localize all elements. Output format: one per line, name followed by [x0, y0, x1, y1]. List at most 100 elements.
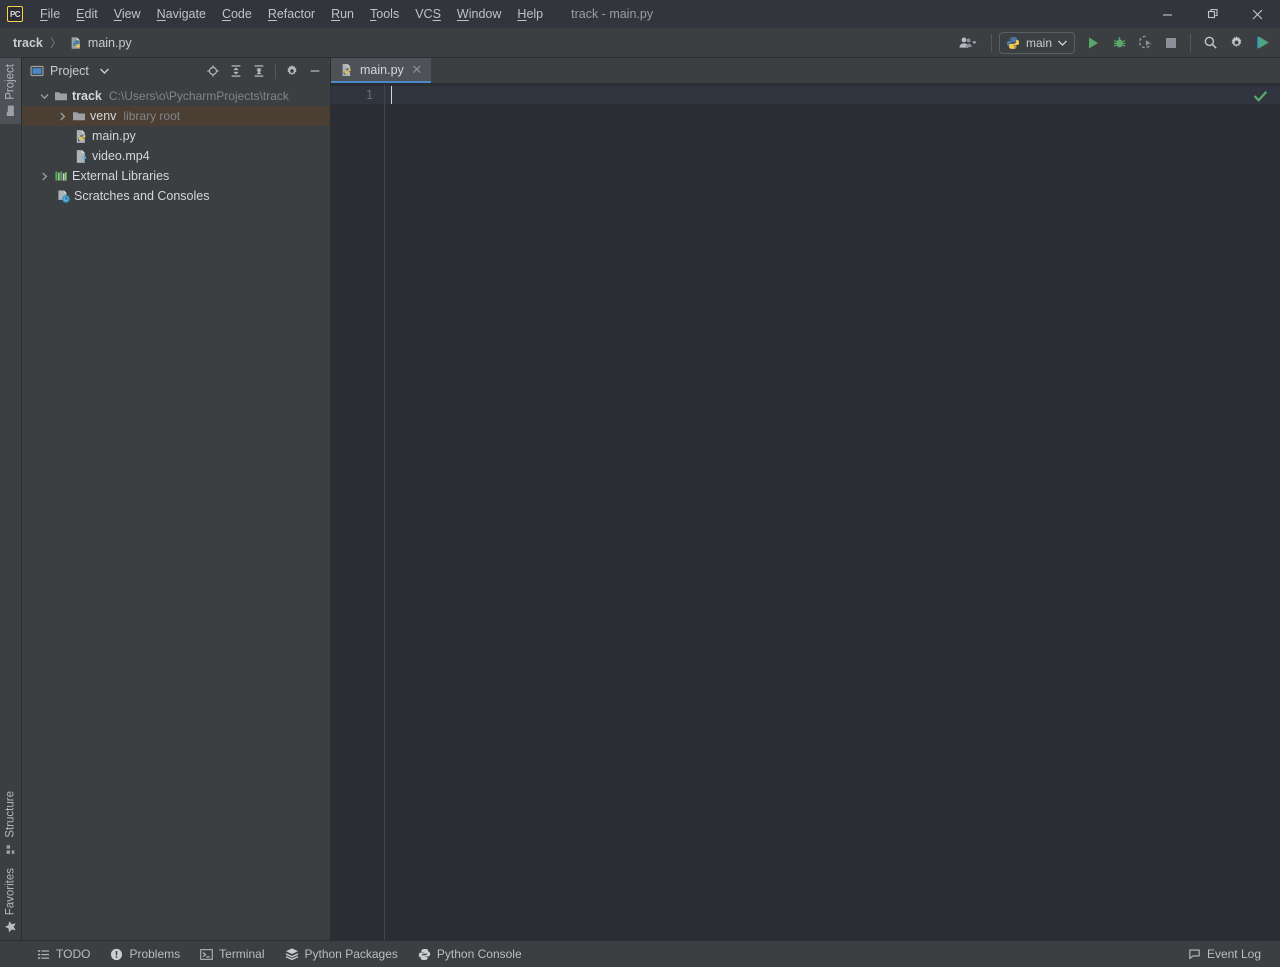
project-tree: track C:\Users\o\PycharmProjects\track v… [22, 84, 330, 940]
editor-tab-main-py[interactable]: main.py ✕ [331, 58, 431, 83]
left-tool-stripe: Project Structure [0, 58, 22, 940]
select-opened-file-icon[interactable] [202, 60, 224, 82]
project-tool-window: Project [22, 58, 331, 940]
chevron-right-icon[interactable] [36, 172, 52, 181]
code-area[interactable] [385, 84, 1280, 940]
breadcrumb-project[interactable]: track [10, 34, 46, 52]
status-item-terminal-label: Terminal [219, 947, 264, 961]
updates-icon[interactable] [1250, 31, 1274, 55]
sidebar-item-project[interactable]: Project [0, 58, 21, 124]
tree-node-track[interactable]: track C:\Users\o\PycharmProjects\track [22, 86, 330, 106]
menu-item-help[interactable]: Help [509, 0, 551, 28]
menu-item-navigate[interactable]: Navigate [149, 0, 214, 28]
tree-node-main-py-label: main.py [92, 129, 136, 143]
menu-item-run[interactable]: Run [323, 0, 362, 28]
tree-node-venv-tag: library root [123, 109, 180, 123]
breadcrumb-separator: 〉 [46, 34, 66, 51]
minimize-icon[interactable] [1145, 0, 1190, 28]
sidebar-item-structure[interactable]: Structure [0, 785, 21, 862]
close-icon[interactable] [1235, 0, 1280, 28]
project-view-icon [30, 64, 44, 78]
status-item-todo[interactable]: TODO [30, 944, 97, 964]
collapse-all-icon[interactable] [248, 60, 270, 82]
run-coverage-icon[interactable] [1133, 31, 1157, 55]
chevron-right-icon[interactable] [54, 112, 70, 121]
status-item-event-log[interactable]: Event Log [1181, 944, 1268, 964]
star-icon [4, 920, 17, 933]
tree-node-external-libraries[interactable]: External Libraries [22, 166, 330, 186]
menu-item-refactor[interactable]: Refactor [260, 0, 323, 28]
menu-item-vcs[interactable]: VCS [407, 0, 449, 28]
menu-item-window[interactable]: Window [449, 0, 509, 28]
search-icon[interactable] [1198, 31, 1222, 55]
status-item-python-console[interactable]: Python Console [411, 944, 529, 964]
menu-item-tools[interactable]: Tools [362, 0, 407, 28]
expand-all-icon[interactable] [225, 60, 247, 82]
tree-node-venv-label: venv [90, 109, 116, 123]
python-file-icon [72, 129, 90, 144]
user-account-icon[interactable] [954, 31, 984, 55]
editor-gutter[interactable]: 1 [331, 84, 385, 940]
tree-node-main-py[interactable]: main.py [22, 126, 330, 146]
status-item-problems[interactable]: Problems [103, 944, 187, 964]
run-icon[interactable] [1081, 31, 1105, 55]
settings-gear-icon[interactable] [1224, 31, 1248, 55]
tree-node-venv[interactable]: venv library root [22, 106, 330, 126]
project-folder-icon [5, 105, 17, 117]
project-panel-title[interactable]: Project [30, 64, 109, 78]
stop-icon[interactable] [1159, 31, 1183, 55]
window-title: track - main.py [571, 7, 653, 21]
editor-body[interactable]: 1 [331, 84, 1280, 940]
project-panel-header: Project [22, 58, 330, 84]
folder-icon [70, 109, 88, 123]
status-bar-tool-buttons: TODO Problems Terminal [0, 944, 529, 964]
project-panel-toolbar [202, 60, 326, 82]
navigation-bar: track 〉 main.py [0, 28, 1280, 58]
run-config-name: main [1026, 36, 1052, 50]
menu-item-view[interactable]: View [106, 0, 149, 28]
debug-icon[interactable] [1107, 31, 1131, 55]
tree-node-track-label: track [72, 89, 102, 103]
menu-item-edit[interactable]: Edit [68, 0, 106, 28]
inspection-status-widget[interactable] [1240, 86, 1280, 106]
close-icon[interactable]: ✕ [410, 62, 424, 78]
folder-icon [52, 89, 70, 103]
tree-node-video-mp4[interactable]: ? video.mp4 [22, 146, 330, 166]
sidebar-item-favorites-label: Favorites [5, 868, 17, 915]
todo-list-icon [37, 948, 50, 961]
run-configuration-selector[interactable]: main [999, 32, 1075, 54]
hide-panel-icon[interactable] [304, 60, 326, 82]
status-item-python-packages[interactable]: Python Packages [278, 944, 405, 964]
status-item-python-packages-label: Python Packages [305, 947, 398, 961]
window-controls [1145, 0, 1280, 28]
status-item-terminal[interactable]: Terminal [193, 944, 271, 964]
project-panel-title-label: Project [50, 64, 89, 78]
status-item-problems-label: Problems [129, 947, 180, 961]
scratches-icon [54, 189, 72, 204]
breadcrumb: track 〉 main.py [0, 34, 135, 52]
unknown-file-icon: ? [72, 149, 90, 164]
structure-icon [5, 843, 17, 855]
sidebar-item-structure-label: Structure [5, 791, 17, 838]
chevron-down-icon [100, 68, 109, 74]
left-stripe-bottom: Structure Favorites [0, 785, 21, 940]
options-gear-icon[interactable] [281, 60, 303, 82]
menu-item-file[interactable]: File [32, 0, 68, 28]
maximize-icon[interactable] [1190, 0, 1235, 28]
chevron-down-icon[interactable] [36, 92, 52, 101]
breadcrumb-project-label: track [13, 36, 43, 50]
sidebar-item-favorites[interactable]: Favorites [0, 862, 21, 940]
main-content: Project Structure [0, 58, 1280, 940]
text-caret [391, 86, 392, 104]
tree-node-scratches-label: Scratches and Consoles [74, 189, 210, 203]
tree-node-track-path: C:\Users\o\PycharmProjects\track [109, 89, 289, 103]
editor-tab-strip: main.py ✕ [331, 58, 1280, 84]
main-menu-bar: File Edit View Navigate Code Refactor Ru… [32, 0, 551, 28]
packages-icon [285, 947, 299, 961]
tree-node-scratches[interactable]: Scratches and Consoles [22, 186, 330, 206]
ok-checkmark-icon [1253, 89, 1268, 104]
breadcrumb-file[interactable]: main.py [66, 34, 135, 52]
status-item-event-log-label: Event Log [1207, 947, 1261, 961]
python-file-icon [1006, 36, 1020, 50]
menu-item-code[interactable]: Code [214, 0, 260, 28]
